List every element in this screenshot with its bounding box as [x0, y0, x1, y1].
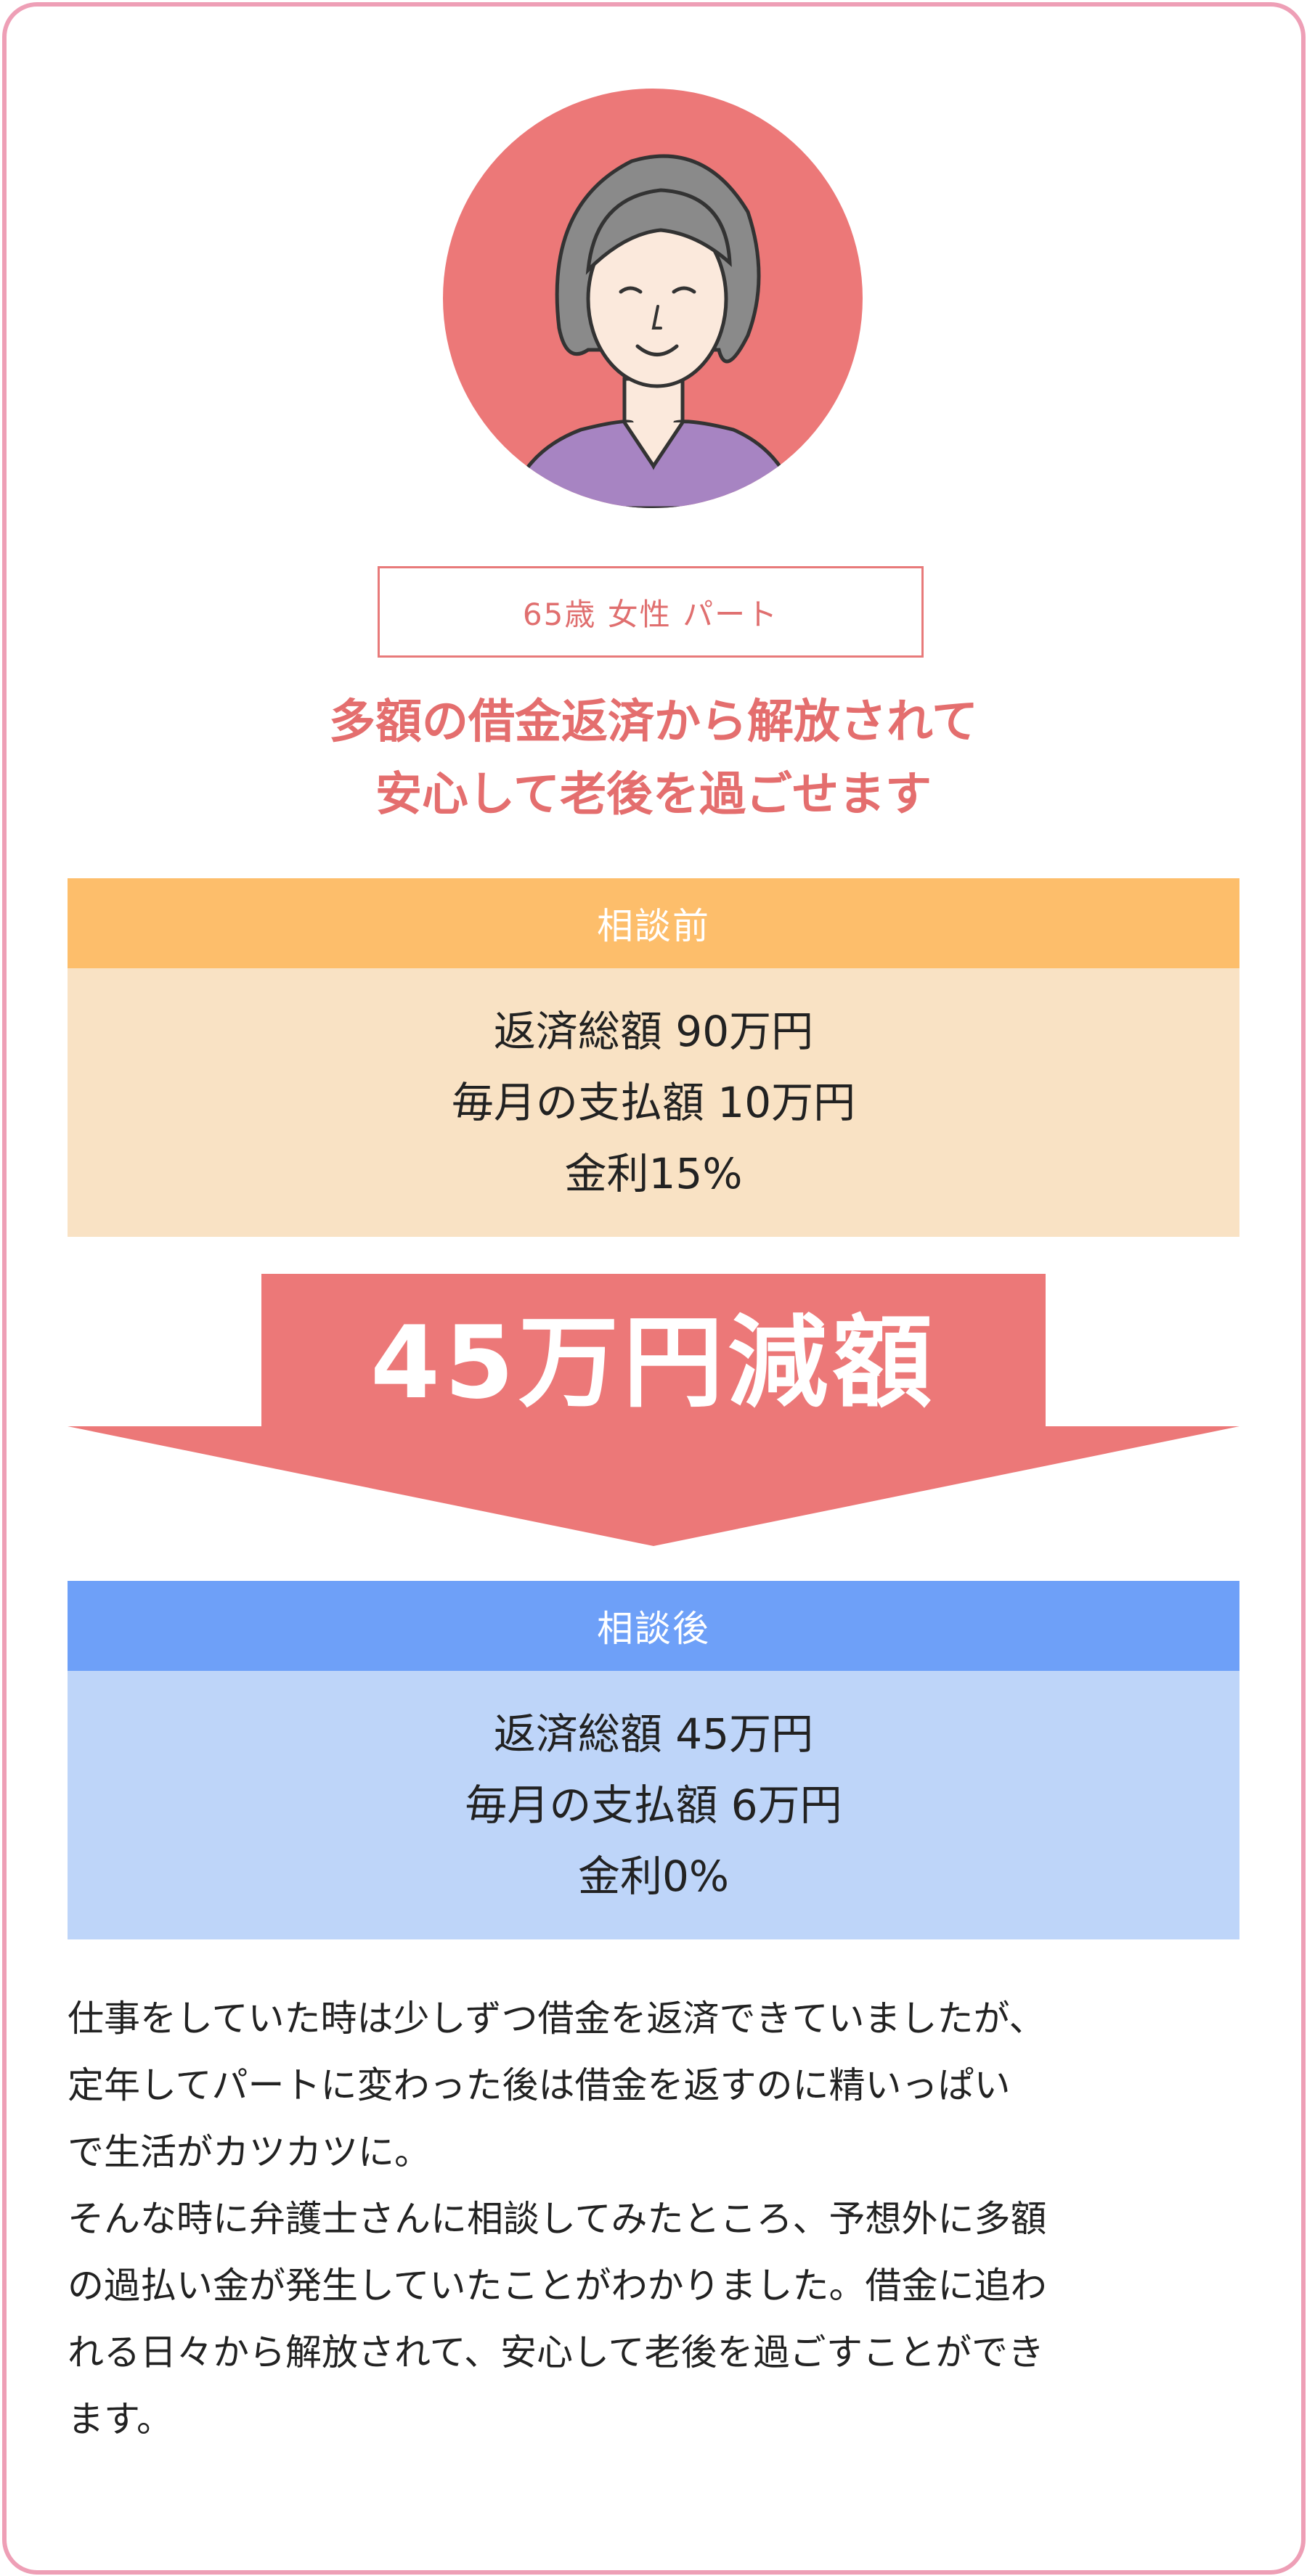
story-line: の過払い金が発生していたことがわかりました。借金に追わ: [68, 2265, 1047, 2307]
before-header: 相談前: [68, 878, 1239, 968]
after-monthly-payment: 毎月の支払額 6万円: [465, 1780, 842, 1830]
story-line: 定年してパートに変わった後は借金を返すのに精いっぱい: [68, 2064, 1011, 2106]
headline-line-1: 多額の借金返済から解放されて: [328, 695, 979, 749]
before-total-repayment: 返済総額 90万円: [493, 1007, 814, 1056]
after-total-repayment: 返済総額 45万円: [493, 1709, 814, 1759]
after-interest-rate: 金利0%: [577, 1852, 729, 1901]
headline-line-2: 安心して老後を過ごせます: [375, 768, 932, 822]
reduction-label: 45万円減額: [370, 1304, 937, 1421]
after-details: 返済総額 45万円 毎月の支払額 6万円 金利0%: [68, 1671, 1239, 1939]
before-details: 返済総額 90万円 毎月の支払額 10万円 金利15%: [68, 968, 1239, 1237]
before-monthly-payment: 毎月の支払額 10万円: [451, 1078, 856, 1127]
profile-tag: 65歳 女性 パート: [378, 566, 924, 658]
elderly-woman-illustration-icon: [443, 89, 863, 508]
story-line: ます。: [68, 2398, 173, 2440]
after-header: 相談後: [68, 1581, 1239, 1671]
testimonial-story: 仕事をしていた時は少しずつ借金を返済できていましたが、 定年してパートに変わった…: [68, 1985, 1239, 2453]
story-line: そんな時に弁護士さんに相談してみたところ、予想外に多額: [68, 2198, 1047, 2240]
story-line: れる日々から解放されて、安心して老後を過ごすことができ: [68, 2331, 1044, 2373]
story-line: で生活がカツカツに。: [68, 2131, 431, 2173]
avatar: [443, 89, 863, 508]
story-line: 仕事をしていた時は少しずつ借金を返済できていましたが、: [68, 1998, 1046, 2040]
headline: 多額の借金返済から解放されて 安心して老後を過ごせます: [73, 686, 1234, 831]
before-interest-rate: 金利15%: [564, 1149, 743, 1198]
